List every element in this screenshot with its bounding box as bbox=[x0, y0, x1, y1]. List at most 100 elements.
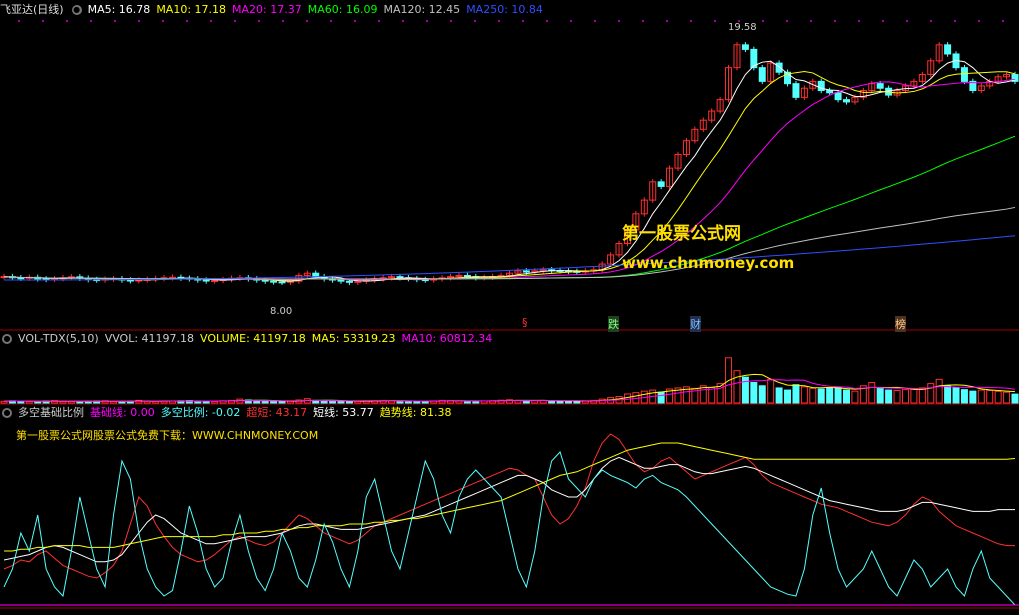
grid-dot bbox=[594, 20, 596, 22]
candle-body bbox=[270, 280, 278, 283]
event-marker[interactable]: 榜 bbox=[895, 316, 906, 332]
volume-bar bbox=[463, 400, 471, 404]
ma60-line bbox=[3, 135, 1016, 280]
over-short-line bbox=[3, 433, 1015, 579]
volume-bar bbox=[826, 387, 834, 404]
candle-body bbox=[312, 272, 320, 278]
volume-bar bbox=[817, 388, 825, 404]
volume-bar bbox=[1011, 393, 1019, 404]
volume-bar bbox=[25, 400, 33, 404]
grid-dot bbox=[258, 20, 260, 22]
volume-bar bbox=[918, 387, 926, 404]
candle-body bbox=[758, 67, 766, 82]
volume-bar bbox=[851, 390, 859, 404]
candle-body bbox=[261, 279, 269, 282]
candle-body bbox=[843, 99, 850, 103]
short-line bbox=[3, 456, 1015, 563]
volume-bar bbox=[893, 390, 901, 404]
grid-dot bbox=[354, 20, 356, 22]
grid-dot bbox=[858, 20, 860, 22]
grid-dot bbox=[186, 20, 188, 22]
grid-dot bbox=[282, 20, 284, 22]
volume-bar bbox=[708, 386, 716, 404]
ma20-line bbox=[3, 78, 1016, 281]
grid-dot bbox=[474, 20, 476, 22]
volume-bar bbox=[118, 401, 126, 404]
candle-body bbox=[345, 280, 353, 283]
volume-bar bbox=[910, 388, 918, 404]
grid-dot bbox=[402, 20, 404, 22]
volume-bar bbox=[211, 400, 219, 404]
volume-bar bbox=[750, 382, 758, 404]
volume-bar bbox=[329, 400, 337, 404]
chart-canvas[interactable] bbox=[0, 0, 1019, 615]
volume-bar bbox=[843, 389, 850, 404]
candle-body bbox=[792, 83, 800, 98]
grid-dot bbox=[882, 20, 884, 22]
volume-bar bbox=[34, 401, 42, 404]
grid-dot bbox=[138, 20, 140, 22]
volume-bar bbox=[868, 382, 876, 404]
grid-dot bbox=[42, 20, 44, 22]
grid-dot bbox=[978, 20, 980, 22]
grid-dot bbox=[66, 20, 68, 22]
grid-dot bbox=[834, 20, 836, 22]
grid-dot bbox=[378, 20, 380, 22]
grid-dot bbox=[546, 20, 548, 22]
grid-dot bbox=[930, 20, 932, 22]
grid-dot bbox=[90, 20, 92, 22]
candle-body bbox=[834, 92, 842, 101]
volume-bar bbox=[767, 378, 775, 404]
volume-bar bbox=[733, 370, 741, 404]
candle-body bbox=[944, 44, 952, 55]
ratio-line bbox=[3, 451, 1016, 606]
volume-bar bbox=[809, 387, 817, 404]
grid-dot bbox=[114, 20, 116, 22]
volume-bar bbox=[76, 401, 84, 404]
grid-dot bbox=[522, 20, 524, 22]
event-marker[interactable]: 财 bbox=[690, 316, 701, 332]
volume-bar bbox=[960, 389, 968, 404]
volume-bar bbox=[994, 390, 1002, 404]
volume-bar bbox=[413, 400, 421, 404]
candle-body bbox=[826, 90, 834, 94]
candle-body bbox=[278, 281, 286, 284]
grid-dot bbox=[1002, 20, 1004, 22]
volume-bar bbox=[927, 383, 935, 404]
low-price-label: 8.00 bbox=[270, 306, 293, 317]
high-price-label: 19.58 bbox=[728, 22, 757, 33]
grid-dot bbox=[786, 20, 788, 22]
candle-body bbox=[775, 62, 783, 73]
volume-bar bbox=[564, 400, 572, 404]
grid-dot bbox=[954, 20, 956, 22]
volume-bar bbox=[548, 400, 556, 404]
watermark-url: www.chnmoney.com bbox=[622, 254, 795, 272]
volume-ma10-line bbox=[3, 379, 1016, 402]
grid-dot bbox=[18, 20, 20, 22]
candle-body bbox=[657, 181, 665, 187]
volume-bar bbox=[623, 393, 631, 404]
candle-body bbox=[211, 279, 219, 282]
grid-dot bbox=[330, 20, 332, 22]
grid-dot bbox=[210, 20, 212, 22]
volume-bar bbox=[1003, 391, 1011, 404]
grid-dot bbox=[690, 20, 692, 22]
volume-bar bbox=[986, 390, 994, 404]
volume-bar bbox=[337, 400, 345, 404]
event-marker[interactable]: 跌 bbox=[608, 316, 619, 332]
volume-bar bbox=[885, 389, 893, 404]
volume-bar bbox=[876, 387, 884, 404]
volume-bar bbox=[404, 400, 412, 404]
candle-body bbox=[522, 270, 530, 273]
grid-dot bbox=[714, 20, 716, 22]
volume-bar bbox=[345, 400, 353, 404]
volume-bar bbox=[784, 389, 792, 404]
candle-body bbox=[741, 44, 749, 50]
volume-bar bbox=[758, 385, 766, 404]
grid-dot bbox=[762, 20, 764, 22]
indicator-note: 第一股票公式网股票公式免费下载：WWW.CHNMONEY.COM bbox=[16, 429, 319, 442]
grid-dot bbox=[906, 20, 908, 22]
grid-dot bbox=[642, 20, 644, 22]
event-marker[interactable]: § bbox=[522, 316, 528, 329]
volume-bar bbox=[977, 389, 985, 404]
